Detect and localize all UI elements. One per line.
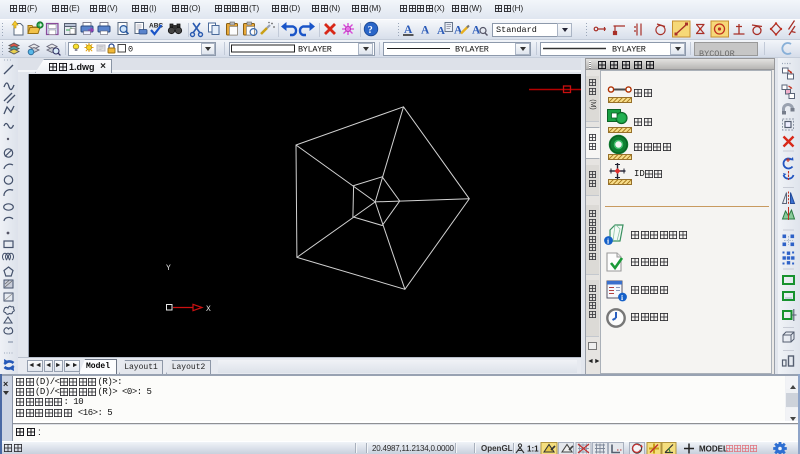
svg-text:1:1: 1:1 [527, 445, 539, 454]
svg-text:A: A [437, 25, 445, 37]
svg-text:0: 0 [128, 45, 133, 55]
svg-text:Y: Y [166, 264, 171, 273]
svg-text:?: ? [368, 25, 373, 36]
svg-text:X: X [206, 305, 211, 314]
svg-text:i: i [621, 293, 623, 302]
svg-text:i: i [607, 237, 609, 246]
svg-text:A: A [421, 25, 430, 37]
svg-text:BYLAYER: BYLAYER [298, 45, 332, 55]
svg-text:MODEL: MODEL [699, 445, 728, 454]
svg-text:BYLAYER: BYLAYER [455, 45, 489, 55]
svg-text:BYLAYER: BYLAYER [612, 45, 646, 55]
svg-text:A: A [454, 25, 463, 37]
